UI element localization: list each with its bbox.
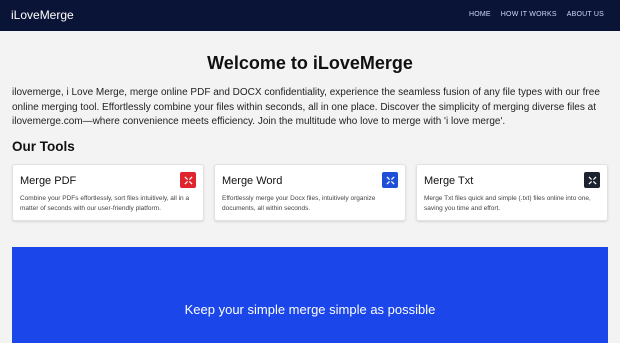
brand-logo[interactable]: iLoveMerge [11,8,74,22]
merge-txt-icon [584,172,600,188]
tool-card-title: Merge Txt [424,175,474,187]
tools-heading: Our Tools [12,139,75,154]
nav-link-about-us[interactable]: ABOUT US [567,11,604,18]
tool-card-title: Merge PDF [20,175,77,187]
merge-pdf-icon [180,172,196,188]
top-navbar: iLoveMerge HOME HOW IT WORKS ABOUT US [0,0,620,31]
nav-link-how-it-works[interactable]: HOW IT WORKS [501,11,557,18]
nav-link-home[interactable]: HOME [469,11,491,18]
nav-links: HOME HOW IT WORKS ABOUT US [469,11,604,18]
hero-tagline: Keep your simple merge simple as possibl… [184,302,436,317]
tools-list: Merge PDF Combine your PDFs effortlessly… [12,164,608,221]
tool-card-merge-pdf[interactable]: Merge PDF Combine your PDFs effortlessly… [12,164,204,221]
page-title: Welcome to iLoveMerge [207,53,413,73]
tool-card-merge-word[interactable]: Merge Word Effortlessly merge your Docx … [214,164,406,221]
tool-card-merge-txt[interactable]: Merge Txt Merge Txt files quick and simp… [416,164,608,221]
tool-card-description: Combine your PDFs effortlessly, sort fil… [20,195,190,212]
intro-paragraph: ilovemerge, i Love Merge, merge online P… [12,87,600,127]
tool-card-description: Effortlessly merge your Docx files, intu… [222,195,376,212]
merge-word-icon [382,172,398,188]
hero-banner: Keep your simple merge simple as possibl… [12,247,608,343]
tool-card-title: Merge Word [222,175,283,187]
tool-card-description: Merge Txt files quick and simple (.txt) … [424,195,591,212]
